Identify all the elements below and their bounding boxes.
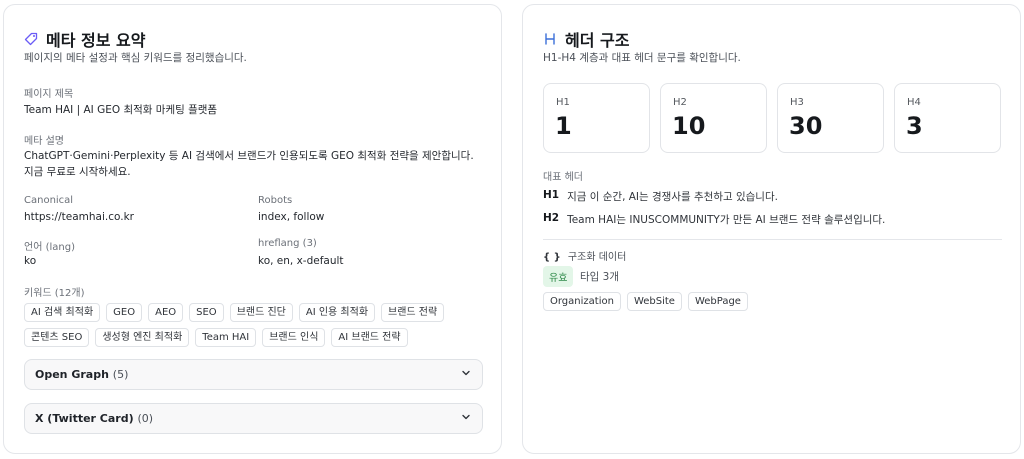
canonical-label: Canonical (24, 195, 74, 206)
h2-count-value: 10 (672, 112, 706, 140)
keyword-chip: 콘텐츠 SEO (24, 328, 90, 347)
braces-icon: { } (543, 252, 561, 263)
twitter-card-count: (0) (137, 412, 154, 425)
schema-type-list: Organization WebSite WebPage (543, 292, 1003, 311)
h1-count-value: 1 (555, 112, 572, 140)
heading-h-icon (543, 32, 557, 46)
twitter-card-label: X (Twitter Card) (35, 412, 134, 425)
h1-count-card: H1 1 (543, 83, 650, 153)
representative-headers-label: 대표 헤더 (543, 172, 583, 183)
keyword-chip: AEO (148, 303, 184, 322)
keyword-chip: 브랜드 인식 (262, 328, 326, 347)
schema-type-chip: Organization (543, 292, 621, 311)
keywords-label: 키워드 (12개) (24, 288, 85, 299)
meta-summary-title: 메타 정보 요약 (46, 31, 146, 50)
schema-type-chip: WebSite (626, 292, 682, 311)
open-graph-count: (5) (112, 368, 129, 381)
structured-data-label: 구조화 데이터 (567, 252, 627, 263)
keyword-chip: 브랜드 전략 (381, 303, 445, 322)
keyword-chip: AI 검색 최적화 (24, 303, 101, 322)
page-title-label: 페이지 제목 (24, 89, 74, 100)
hreflang-value: ko, en, x-default (258, 255, 344, 267)
structured-data-label-row: { } 구조화 데이터 (543, 248, 626, 263)
h2-count-card: H2 10 (660, 83, 767, 153)
hreflang-label: hreflang (3) (258, 238, 317, 249)
meta-summary-subtitle: 페이지의 메타 설정과 핵심 키워드를 정리했습니다. (24, 52, 247, 64)
schema-type-chip: WebPage (687, 292, 748, 311)
header-level-tag: H2 (543, 212, 560, 224)
header-text: 지금 이 순간, AI는 경쟁사를 추천하고 있습니다. (567, 191, 778, 203)
h3-count-label: H3 (790, 97, 804, 108)
section-divider (543, 239, 1002, 240)
keyword-chip: AI 인용 최적화 (298, 303, 376, 322)
h2-count-label: H2 (673, 97, 687, 108)
representative-header-row: H2 Team HAI는 INUSCOMMUNITY가 만든 AI 브랜드 전략… (543, 212, 885, 227)
h3-count-value: 30 (789, 112, 823, 140)
robots-value: index, follow (258, 211, 325, 223)
representative-header-row: H1 지금 이 순간, AI는 경쟁사를 추천하고 있습니다. (543, 189, 778, 204)
header-structure-card: 헤더 구조 H1-H4 계층과 대표 헤더 문구를 확인합니다. H1 1 H2… (522, 4, 1021, 454)
keyword-chip: Team HAI (195, 328, 257, 347)
h4-count-value: 3 (906, 112, 923, 140)
valid-status-badge: 유효 (543, 266, 574, 287)
header-structure-heading: 헤더 구조 (543, 27, 629, 51)
h3-count-card: H3 30 (777, 83, 884, 153)
meta-description-value: ChatGPT·Gemini·Perplexity 등 AI 검색에서 브랜드가… (24, 150, 474, 178)
open-graph-accordion[interactable]: Open Graph (5) (24, 359, 483, 390)
tag-icon (24, 32, 38, 46)
keyword-chip: 생성형 엔진 최적화 (95, 328, 190, 347)
h1-count-label: H1 (556, 97, 570, 108)
open-graph-accordion-label: Open Graph (5) (35, 368, 128, 381)
keyword-chip: SEO (189, 303, 224, 322)
schema-types-count: 타입 3개 (580, 271, 619, 283)
keyword-list: AI 검색 최적화 GEO AEO SEO 브랜드 진단 AI 인용 최적화 브… (24, 303, 484, 347)
keyword-chip: AI 브랜드 전략 (331, 328, 408, 347)
header-structure-title: 헤더 구조 (565, 31, 630, 50)
h4-count-card: H4 3 (894, 83, 1001, 153)
meta-summary-card: 메타 정보 요약 페이지의 메타 설정과 핵심 키워드를 정리했습니다. 페이지… (3, 4, 502, 454)
meta-summary-heading: 메타 정보 요약 (24, 27, 145, 51)
keyword-chip: 브랜드 진단 (229, 303, 293, 322)
chevron-down-icon (460, 367, 472, 382)
keyword-chip: GEO (106, 303, 143, 322)
h4-count-label: H4 (907, 97, 921, 108)
open-graph-label: Open Graph (35, 368, 109, 381)
twitter-card-accordion-label: X (Twitter Card) (0) (35, 412, 153, 425)
meta-description-label: 메타 설명 (24, 136, 64, 147)
robots-label: Robots (258, 195, 293, 206)
header-level-tag: H1 (543, 189, 560, 201)
header-text: Team HAI는 INUSCOMMUNITY가 만든 AI 브랜드 전략 솔루… (567, 214, 886, 226)
chevron-down-icon (460, 411, 472, 426)
lang-value: ko (24, 255, 37, 267)
canonical-value: https://teamhai.co.kr (24, 211, 134, 223)
header-structure-subtitle: H1-H4 계층과 대표 헤더 문구를 확인합니다. (543, 52, 741, 64)
page-title-value: Team HAI | AI GEO 최적화 마케팅 플랫폼 (24, 104, 218, 116)
twitter-card-accordion[interactable]: X (Twitter Card) (0) (24, 403, 483, 434)
lang-label: 언어 (lang) (24, 242, 75, 253)
